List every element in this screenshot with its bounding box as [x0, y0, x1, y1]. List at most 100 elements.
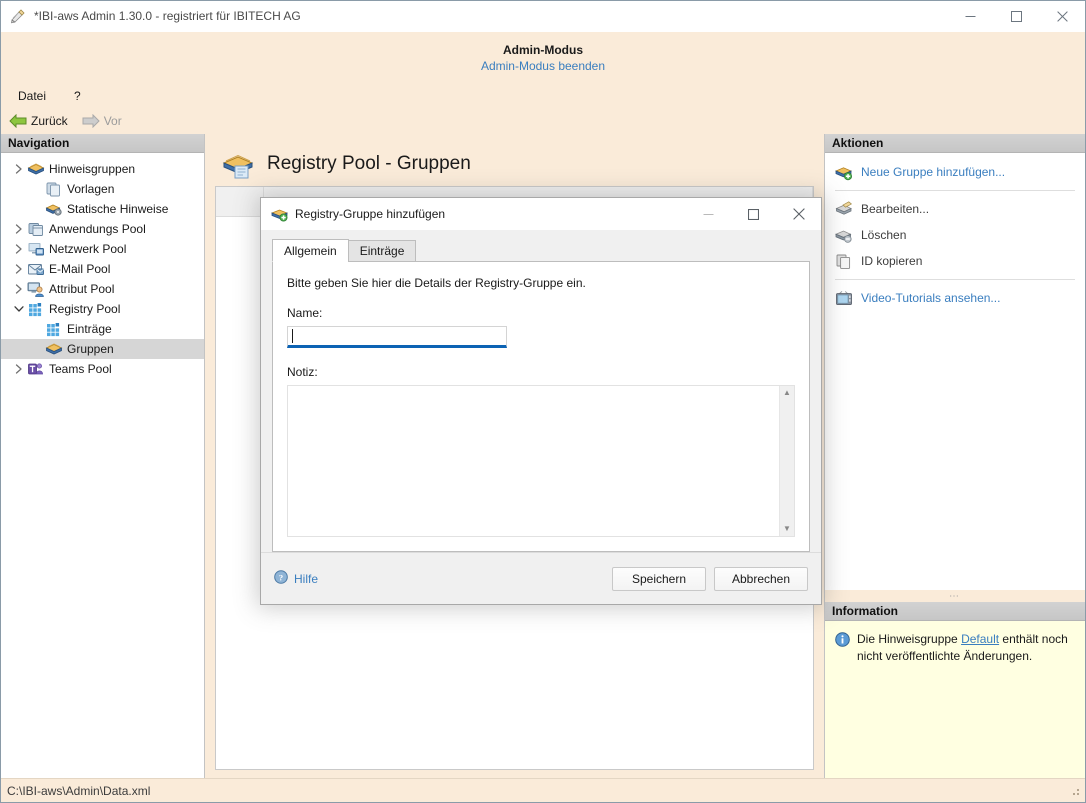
actions-list: Neue Gruppe hinzufügen... Bearbeiten... Lö…: [825, 153, 1085, 311]
group-add-icon: [271, 206, 288, 222]
information-header: Information: [825, 602, 1085, 621]
sidebar-item-label: Hinweisgruppen: [49, 162, 136, 176]
action-label: Neue Gruppe hinzufügen...: [861, 165, 1006, 179]
back-label: Zurück: [31, 114, 68, 128]
name-input[interactable]: [293, 328, 493, 344]
action-id-kopieren: ID kopieren: [825, 248, 1085, 274]
admin-mode-exit-link[interactable]: Admin-Modus beenden: [481, 59, 605, 73]
chevron-right-icon[interactable]: [11, 264, 27, 274]
scroll-down-arrow-icon[interactable]: ▼: [783, 525, 791, 533]
page-title-row: Registry Pool - Gruppen: [215, 142, 814, 186]
panel-splitter-handle[interactable]: ⋯: [825, 590, 1085, 602]
network-icon: [27, 241, 45, 257]
actions-separator: [835, 190, 1075, 191]
dialog-tab-pane-allgemein: Bitte geben Sie hier die Details der Reg…: [272, 261, 810, 552]
tab-eintraege[interactable]: Einträge: [347, 240, 417, 262]
maximize-button[interactable]: [993, 1, 1039, 32]
information-link-default[interactable]: Default: [961, 632, 999, 646]
chevron-right-icon[interactable]: [11, 284, 27, 294]
column-header-blank[interactable]: [216, 187, 264, 217]
dialog-close-button[interactable]: [776, 198, 821, 230]
chevron-right-icon[interactable]: [11, 364, 27, 374]
close-button[interactable]: [1039, 1, 1085, 32]
right-panel: Aktionen Neue Gruppe hinzufügen... Bearbe…: [824, 134, 1085, 778]
app-window: *IBI-aws Admin 1.30.0 - registriert für …: [0, 0, 1086, 803]
page-title: Registry Pool - Gruppen: [267, 153, 471, 174]
dialog-footer: ? Hilfe Speichern Abbrechen: [261, 552, 821, 604]
menu-datei[interactable]: Datei: [15, 87, 49, 105]
sidebar-item-registry-pool[interactable]: Registry Pool: [1, 299, 204, 319]
sidebar-item-label: Vorlagen: [67, 182, 115, 196]
notiz-textarea[interactable]: [288, 386, 779, 536]
save-button[interactable]: Speichern: [612, 566, 706, 591]
name-field-label: Name:: [287, 306, 323, 320]
sidebar-item-vorlagen[interactable]: Vorlagen: [1, 179, 204, 199]
scroll-up-arrow-icon[interactable]: ▲: [783, 389, 791, 397]
group-add-icon: [835, 164, 853, 181]
cancel-button[interactable]: Abbrechen: [714, 566, 808, 591]
sidebar-item-hinweisgruppen[interactable]: Hinweisgruppen: [1, 159, 204, 179]
dialog-titlebar: Registry-Gruppe hinzufügen: [261, 198, 821, 230]
sidebar-item-label: Teams Pool: [49, 362, 112, 376]
name-input-wrapper[interactable]: [287, 326, 507, 348]
dialog-window-controls: [686, 198, 821, 230]
navigation-header: Navigation: [1, 134, 204, 153]
sidebar-item-e-mail-pool[interactable]: E-Mail Pool: [1, 259, 204, 279]
action-label: ID kopieren: [861, 254, 923, 268]
registry-grid-icon: [45, 321, 63, 337]
sidebar-item-label: Statische Hinweise: [67, 202, 169, 216]
dialog-minimize-button[interactable]: [686, 198, 731, 230]
tab-allgemein[interactable]: Allgemein: [272, 239, 349, 262]
copy-icon: [835, 253, 853, 270]
sidebar-item-label: Gruppen: [67, 342, 114, 356]
sidebar-item-anwendungs-pool[interactable]: Anwendungs Pool: [1, 219, 204, 239]
sidebar-item-attribut-pool[interactable]: Attribut Pool: [1, 279, 204, 299]
info-circle-icon: [835, 632, 850, 647]
window-controls: [947, 1, 1085, 32]
chevron-right-icon[interactable]: [11, 244, 27, 254]
arrow-left-green-icon: [9, 114, 27, 128]
sidebar-item-gruppen[interactable]: Gruppen: [1, 339, 204, 359]
action-label: Bearbeiten...: [861, 202, 930, 216]
tv-video-icon: [835, 290, 853, 307]
information-body: Die Hinweisgruppe Default enthält noch n…: [825, 621, 1085, 778]
navigation-toolbar: Zurück Vor: [1, 108, 1085, 134]
back-button[interactable]: Zurück: [9, 114, 68, 128]
information-text: Die Hinweisgruppe Default enthält noch n…: [857, 631, 1073, 778]
information-panel: Information Die Hinweisgruppe Default en…: [825, 602, 1085, 778]
notiz-input-wrapper[interactable]: ▲ ▼: [287, 385, 795, 537]
svg-text:?: ?: [279, 572, 283, 582]
action-neue-gruppe-hinzufügen[interactable]: Neue Gruppe hinzufügen...: [825, 159, 1085, 185]
sidebar-item-statische-hinweise[interactable]: Statische Hinweise: [1, 199, 204, 219]
chevron-right-icon[interactable]: [11, 224, 27, 234]
hint-group-icon: [27, 161, 45, 177]
group-delete-icon: [835, 227, 853, 244]
admin-mode-banner: Admin-Modus Admin-Modus beenden: [1, 32, 1085, 84]
notiz-scrollbar[interactable]: ▲ ▼: [779, 386, 794, 536]
help-circle-icon: ?: [274, 570, 288, 587]
minimize-button[interactable]: [947, 1, 993, 32]
sidebar-item-netzwerk-pool[interactable]: Netzwerk Pool: [1, 239, 204, 259]
chevron-down-icon[interactable]: [11, 305, 27, 313]
sidebar-item-teams-pool[interactable]: Teams Pool: [1, 359, 204, 379]
sidebar-item-label: Netzwerk Pool: [49, 242, 127, 256]
group-stack-icon: [45, 341, 63, 357]
chevron-right-icon[interactable]: [11, 164, 27, 174]
templates-icon: [45, 181, 63, 197]
sidebar-item-einträge[interactable]: Einträge: [1, 319, 204, 339]
menu-help[interactable]: ?: [71, 87, 84, 105]
action-video-tutorials-ansehen[interactable]: Video-Tutorials ansehen...: [825, 285, 1085, 311]
dialog-maximize-button[interactable]: [731, 198, 776, 230]
action-label: Video-Tutorials ansehen...: [861, 291, 1001, 305]
application-icon: [27, 221, 45, 237]
sidebar-item-label: E-Mail Pool: [49, 262, 111, 276]
resize-grip-icon[interactable]: [1069, 787, 1080, 798]
help-link[interactable]: Hilfe: [294, 572, 318, 586]
navigation-tree: Hinweisgruppen Vorlagen Statische Hinweise…: [1, 153, 204, 778]
sidebar-item-label: Attribut Pool: [49, 282, 115, 296]
sidebar-item-label: Anwendungs Pool: [49, 222, 146, 236]
forward-button[interactable]: Vor: [82, 114, 122, 128]
dialog-tabstrip: Allgemein Einträge: [272, 239, 810, 262]
actions-header: Aktionen: [825, 134, 1085, 153]
window-titlebar: *IBI-aws Admin 1.30.0 - registriert für …: [1, 1, 1085, 32]
